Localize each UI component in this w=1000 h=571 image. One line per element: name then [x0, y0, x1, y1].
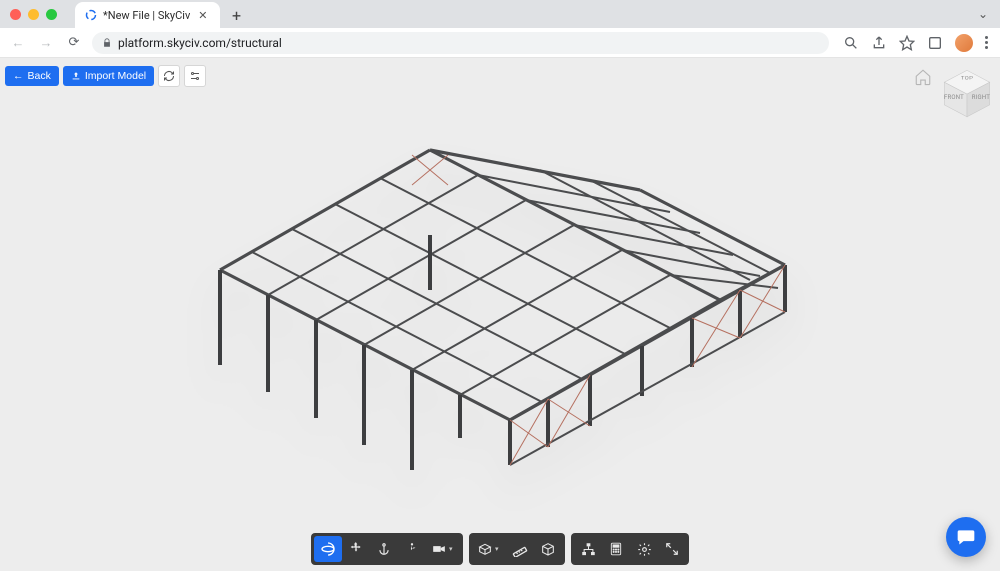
- bottom-toolbars: ▾ ▾: [311, 533, 689, 565]
- extrude-tool-button[interactable]: ▾: [472, 536, 506, 562]
- nav-reload-button[interactable]: ⟳: [64, 33, 84, 53]
- home-icon[interactable]: [914, 68, 932, 86]
- import-icon: [71, 71, 81, 81]
- tabs-overflow-button[interactable]: ⌄: [978, 7, 988, 21]
- viewcube-top: TOP: [940, 76, 994, 82]
- chat-support-button[interactable]: [946, 517, 986, 557]
- app-viewport[interactable]: ← Back Import Model TOP FRONT: [0, 58, 1000, 571]
- walk-tool-button[interactable]: [398, 536, 426, 562]
- search-icon[interactable]: [843, 35, 859, 51]
- viewcube-right: RIGHT: [972, 94, 990, 101]
- tab-title: *New File | SkyCiv: [103, 9, 190, 22]
- url-text: platform.skyciv.com/structural: [118, 36, 282, 50]
- new-tab-button[interactable]: +: [226, 4, 248, 26]
- model-toolbar: ▾: [469, 533, 565, 565]
- bookmark-icon[interactable]: [899, 35, 915, 51]
- nav-forward-button[interactable]: →: [36, 33, 56, 53]
- import-button-label: Import Model: [85, 70, 146, 82]
- model-canvas[interactable]: .st { stroke:#4b4c4e; stroke-width:3.2; …: [180, 140, 800, 510]
- tabs: *New File | SkyCiv ✕ +: [75, 0, 248, 28]
- window-minimize-button[interactable]: [28, 9, 39, 20]
- pan-tool-button[interactable]: [342, 536, 370, 562]
- browser-url-bar: ← → ⟳ platform.skyciv.com/structural: [0, 28, 1000, 58]
- fullscreen-button[interactable]: [658, 536, 686, 562]
- window-controls: [10, 9, 57, 20]
- profile-avatar[interactable]: [955, 34, 973, 52]
- anchor-tool-button[interactable]: [370, 536, 398, 562]
- browser-action-icons: [843, 34, 988, 52]
- top-left-controls: ← Back Import Model: [5, 65, 206, 87]
- browser-tab[interactable]: *New File | SkyCiv ✕: [75, 2, 220, 28]
- orbit-tool-button[interactable]: [314, 536, 342, 562]
- url-input[interactable]: platform.skyciv.com/structural: [92, 32, 829, 54]
- lock-icon: [102, 38, 112, 48]
- view-cube[interactable]: TOP FRONT RIGHT: [940, 66, 994, 120]
- share-icon[interactable]: [871, 35, 887, 51]
- browser-tab-strip: *New File | SkyCiv ✕ + ⌄: [0, 0, 1000, 28]
- settings-button[interactable]: [630, 536, 658, 562]
- chevron-down-icon: ▾: [495, 545, 499, 553]
- hierarchy-button[interactable]: [574, 536, 602, 562]
- analysis-toolbar: [571, 533, 689, 565]
- viewcube-front: FRONT: [944, 94, 964, 101]
- window-maximize-button[interactable]: [46, 9, 57, 20]
- window-close-button[interactable]: [10, 9, 21, 20]
- favicon-icon: [85, 9, 97, 21]
- extensions-icon[interactable]: [927, 35, 943, 51]
- import-model-button[interactable]: Import Model: [63, 66, 154, 86]
- browser-menu-button[interactable]: [985, 36, 988, 49]
- measure-tool-button[interactable]: [506, 536, 534, 562]
- camera-tool-button[interactable]: ▾: [426, 536, 460, 562]
- settings-small-button[interactable]: [184, 65, 206, 87]
- back-button-label: Back: [28, 70, 51, 82]
- nav-back-button[interactable]: ←: [8, 33, 28, 53]
- back-button[interactable]: ← Back: [5, 66, 59, 86]
- view-toolbar: ▾: [311, 533, 463, 565]
- calculator-button[interactable]: [602, 536, 630, 562]
- tab-close-button[interactable]: ✕: [196, 9, 209, 22]
- refresh-view-button[interactable]: [158, 65, 180, 87]
- box-tool-button[interactable]: [534, 536, 562, 562]
- arrow-left-icon: ←: [13, 70, 24, 82]
- chevron-down-icon: ▾: [449, 545, 453, 553]
